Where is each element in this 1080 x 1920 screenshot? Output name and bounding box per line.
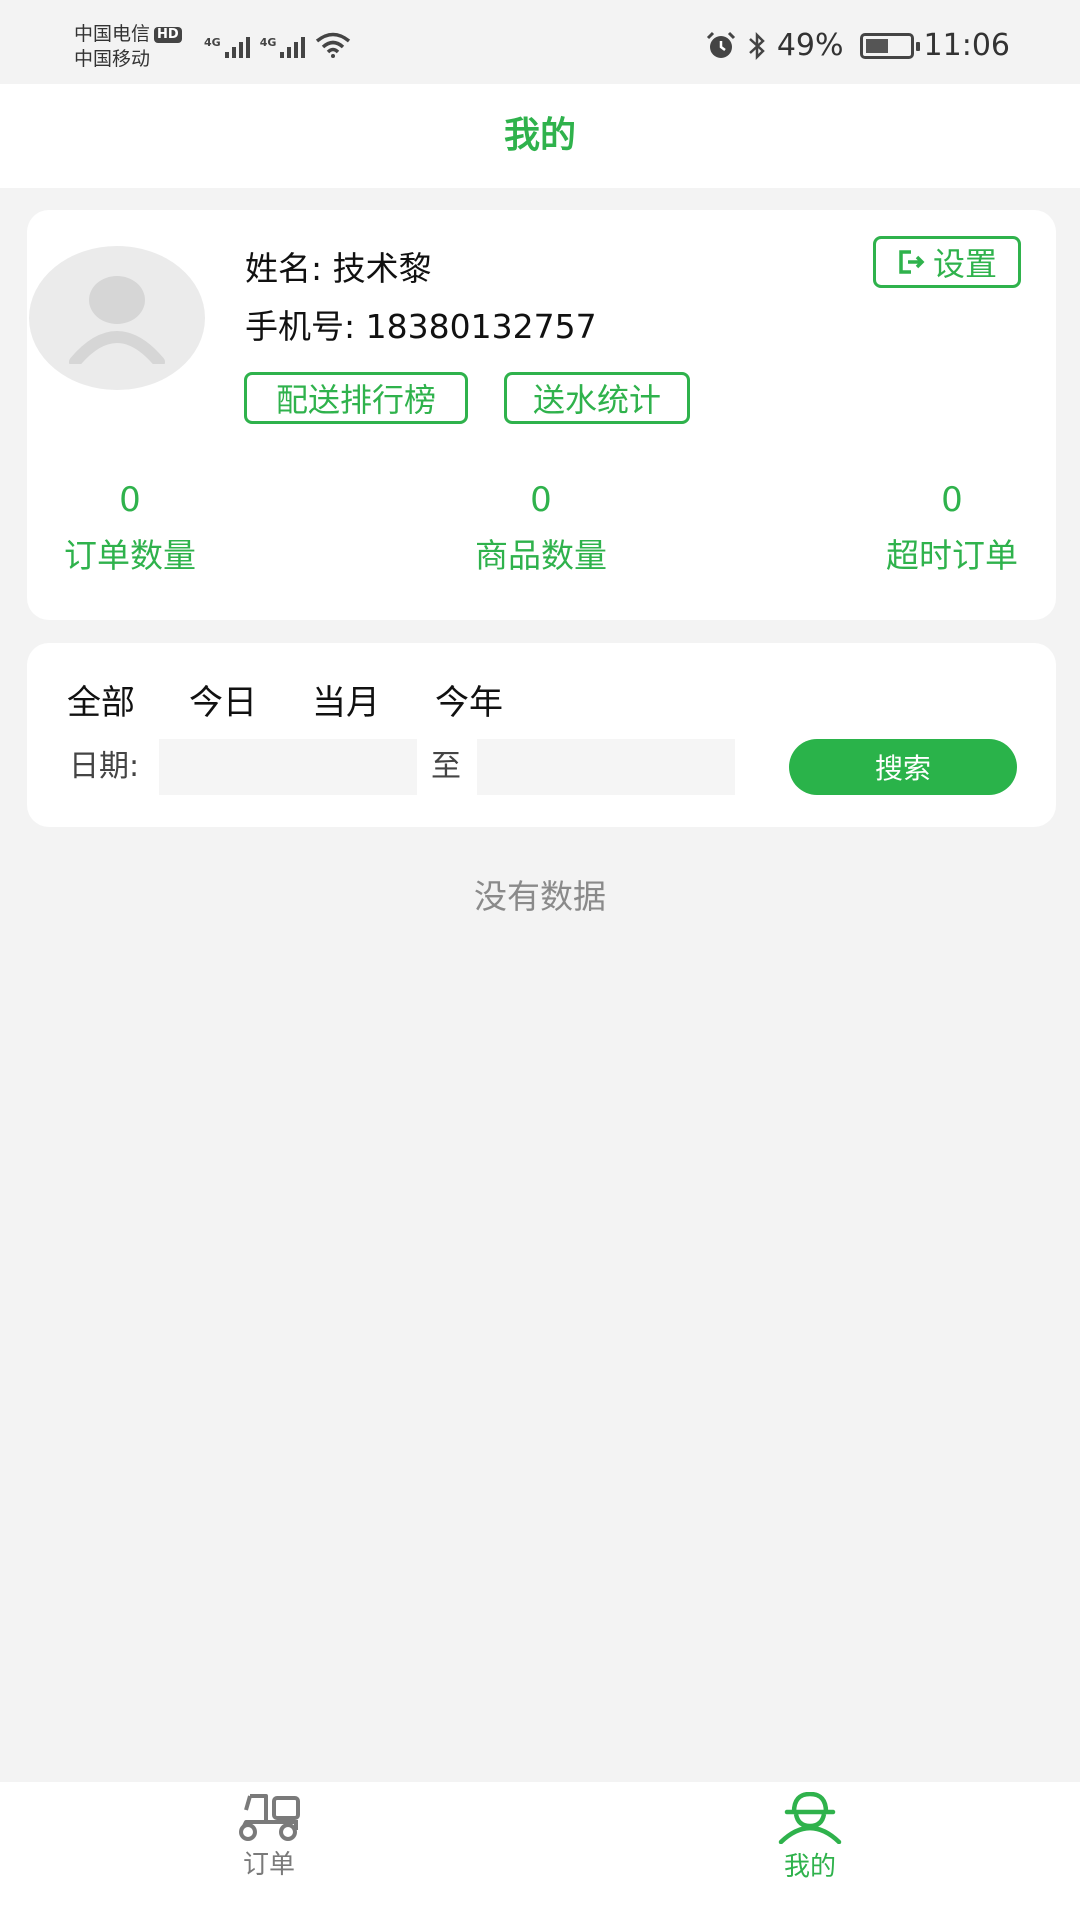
search-button[interactable]: 搜索 bbox=[789, 739, 1017, 795]
date-label: 日期: bbox=[69, 749, 140, 784]
empty-state-message: 没有数据 bbox=[474, 877, 606, 916]
filter-card: 全部 今日 当月 今年 日期: 至 搜索 bbox=[27, 643, 1056, 827]
stat-label: 超时订单 bbox=[886, 536, 1018, 575]
carrier-info: 中国电信 HD 中国移动 bbox=[74, 22, 182, 72]
stat-label: 商品数量 bbox=[475, 536, 607, 575]
network-type-1: 4G bbox=[204, 36, 221, 49]
clock: 11:06 bbox=[923, 28, 1010, 63]
settings-label: 设置 bbox=[932, 245, 997, 283]
stat-overdue-orders[interactable]: 0 超时订单 bbox=[852, 480, 1052, 576]
tab-this-year[interactable]: 今年 bbox=[435, 675, 503, 724]
tab-today[interactable]: 今日 bbox=[189, 675, 257, 724]
network-type-2: 4G bbox=[259, 36, 277, 49]
stat-order-count[interactable]: 0 订单数量 bbox=[30, 480, 230, 576]
alarm-icon bbox=[706, 31, 735, 58]
bluetooth-icon bbox=[748, 31, 765, 60]
delivery-ranking-button[interactable]: 配送排行榜 bbox=[244, 372, 468, 424]
nav-orders[interactable]: 订单 bbox=[189, 1792, 349, 1881]
user-name: 技术黎 bbox=[332, 249, 432, 288]
stat-value: 0 bbox=[530, 480, 552, 520]
stat-label: 订单数量 bbox=[64, 536, 196, 575]
courier-icon bbox=[778, 1792, 842, 1844]
settings-button[interactable]: 设置 bbox=[873, 236, 1021, 288]
bottom-nav: 订单 我的 bbox=[0, 1782, 1080, 1920]
battery-percent: 49% bbox=[776, 28, 844, 63]
profile-card: 姓名: 技术黎 手机号: 18380132757 设置 配送排行榜 送水统计 0… bbox=[27, 210, 1056, 620]
cellular-signal-icon-2: 4G bbox=[260, 37, 306, 58]
nav-orders-label: 订单 bbox=[242, 1850, 295, 1880]
stat-value: 0 bbox=[941, 480, 963, 520]
signal-indicators: 4G 4G bbox=[204, 32, 351, 58]
end-date-input[interactable] bbox=[477, 739, 735, 795]
nav-mine-label: 我的 bbox=[783, 1852, 836, 1882]
carrier-2: 中国移动 bbox=[74, 48, 151, 70]
hd-badge: HD bbox=[154, 27, 182, 43]
date-separator: 至 bbox=[431, 749, 461, 784]
stat-value: 0 bbox=[119, 480, 141, 520]
user-phone: 18380132757 bbox=[365, 307, 597, 346]
logout-icon bbox=[899, 250, 925, 274]
status-right: 49% 11:06 bbox=[705, 28, 1010, 63]
wifi-icon bbox=[316, 32, 351, 58]
page-title: 我的 bbox=[503, 115, 576, 156]
tab-this-month[interactable]: 当月 bbox=[312, 675, 380, 724]
page-header: 我的 bbox=[0, 84, 1080, 188]
user-phone-row: 手机号: 18380132757 bbox=[245, 300, 597, 348]
user-name-row: 姓名: 技术黎 bbox=[245, 242, 432, 290]
avatar[interactable] bbox=[29, 246, 205, 390]
status-bar: 中国电信 HD 中国移动 4G 4G 49% 11:06 bbox=[0, 0, 1080, 84]
phone-label: 手机号: bbox=[245, 307, 356, 346]
water-stats-button[interactable]: 送水统计 bbox=[504, 372, 690, 424]
start-date-input[interactable] bbox=[159, 739, 417, 795]
scooter-icon bbox=[239, 1794, 300, 1841]
battery-icon bbox=[859, 32, 920, 59]
user-placeholder-icon bbox=[69, 276, 165, 364]
name-label: 姓名: bbox=[245, 249, 323, 288]
stat-product-count[interactable]: 0 商品数量 bbox=[441, 480, 641, 576]
nav-mine[interactable]: 我的 bbox=[730, 1792, 890, 1883]
carrier-1: 中国电信 bbox=[74, 23, 151, 45]
cellular-signal-icon: 4G bbox=[204, 37, 250, 58]
tab-all[interactable]: 全部 bbox=[67, 675, 135, 724]
